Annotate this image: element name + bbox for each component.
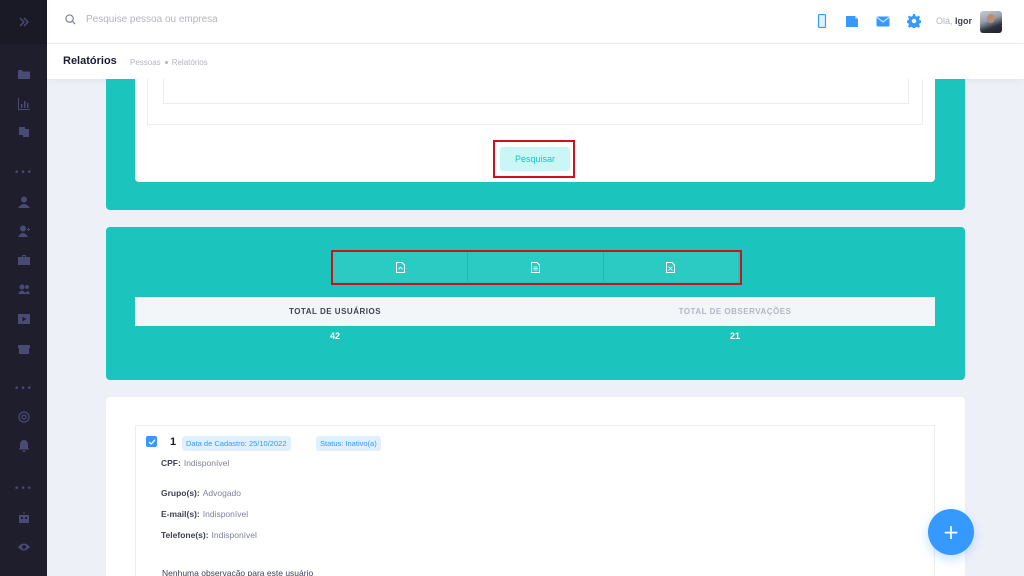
breadcrumb-item-relatorios[interactable]: Relatórios (172, 58, 208, 67)
media-icon[interactable] (0, 313, 47, 325)
field-value: Indisponível (202, 509, 249, 519)
breadcrumb-separator (164, 61, 168, 65)
field-label: Telefone(s): (161, 530, 209, 540)
page-title: Relatórios (63, 55, 117, 67)
section-dots: ••• (14, 168, 33, 178)
user-name: Igor (955, 16, 973, 26)
total-users-label: TOTAL DE USUÁRIOS (288, 307, 382, 316)
observation-text: Nenhuma observação para este usuário (162, 568, 314, 576)
search-icon (65, 14, 76, 25)
total-observations-label: TOTAL DE OBSERVAÇÕES (678, 307, 792, 316)
search-input[interactable] (86, 14, 326, 25)
chevron-double-right-icon (19, 17, 29, 27)
folder-icon[interactable] (0, 68, 47, 80)
user-card: 1 Data de Cadastro: 25/10/2022 Status: I… (135, 425, 935, 576)
field-value: Indisponível (211, 530, 257, 540)
field-value: Indisponível (183, 458, 230, 468)
field-emails: E-mail(s): Indisponível (161, 509, 248, 519)
total-observations-value: 21 (729, 331, 740, 341)
avatar[interactable] (980, 11, 1002, 33)
check-icon (148, 438, 155, 445)
summary-panel: TOTAL DE USUÁRIOS TOTAL DE OBSERVAÇÕES 4… (106, 227, 965, 380)
section-dots: ••• (14, 484, 33, 494)
stats-header: TOTAL DE USUÁRIOS TOTAL DE OBSERVAÇÕES (135, 297, 935, 326)
user-icon[interactable] (0, 196, 47, 208)
user-list-panel: 1 Data de Cadastro: 25/10/2022 Status: I… (106, 397, 965, 576)
sidebar-toggle[interactable] (0, 0, 47, 44)
filter-fields-box (147, 79, 923, 125)
stats-values: 42 21 (135, 331, 935, 341)
register-date-badge: Data de Cadastro: 25/10/2022 (182, 436, 291, 451)
robot-icon[interactable] (0, 512, 47, 524)
field-label: CPF: (161, 458, 181, 468)
highlight-box (493, 140, 575, 178)
gift-icon[interactable] (0, 342, 47, 354)
add-button[interactable]: + (928, 509, 974, 555)
total-users-value: 42 (329, 331, 340, 341)
status-badge: Status: Inativo(a) (316, 436, 381, 451)
highlight-box (331, 250, 742, 285)
field-value: Advogado (202, 488, 242, 498)
greeting: Olá, Igor (936, 16, 972, 26)
top-header: Olá, Igor (47, 0, 1024, 44)
user-id: 1 (170, 436, 177, 448)
breadcrumb-item-pessoas[interactable]: Pessoas (130, 58, 161, 67)
search-bar (65, 14, 326, 25)
breadcrumb: Pessoas Relatórios (130, 58, 208, 67)
field-cpf: CPF: Indisponível (161, 458, 229, 468)
eye-icon[interactable] (0, 541, 47, 553)
notes-icon[interactable] (844, 13, 860, 29)
at-icon[interactable] (0, 411, 47, 423)
gear-icon[interactable] (906, 13, 922, 29)
field-groups: Grupo(s): Advogado (161, 488, 241, 498)
field-label: Grupo(s): (161, 488, 200, 498)
add-user-icon[interactable] (0, 225, 47, 237)
bell-icon[interactable] (0, 440, 47, 452)
field-label: E-mail(s): (161, 509, 200, 519)
greeting-prefix: Olá, (936, 16, 953, 26)
chart-icon[interactable] (0, 98, 47, 110)
users-icon[interactable] (0, 283, 47, 295)
filter-panel: Pesquisar (106, 79, 965, 210)
briefcase-icon[interactable] (0, 254, 47, 266)
subheader: Relatórios Pessoas Relatórios (47, 44, 1024, 79)
section-dots: ••• (14, 384, 33, 394)
field-phones: Telefone(s): Indisponível (161, 530, 257, 540)
documents-icon[interactable] (0, 126, 47, 138)
user-checkbox[interactable] (146, 436, 157, 447)
mail-icon[interactable] (875, 13, 891, 29)
filter-inner-box (163, 79, 909, 104)
mobile-icon[interactable] (814, 13, 830, 29)
sidebar: ••• ••• ••• (0, 0, 47, 576)
